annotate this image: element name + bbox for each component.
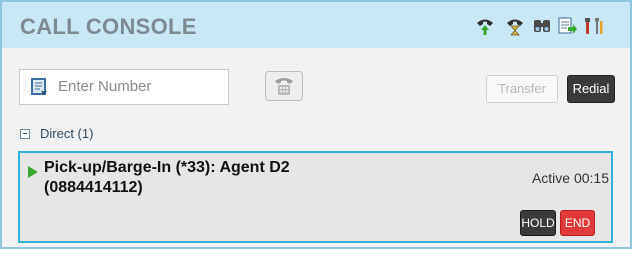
call-number: (0884414112): [44, 179, 143, 196]
call-console-panel: CALL CONSOLE Enter Number Transfer Redia…: [0, 0, 632, 249]
settings-icon[interactable]: [582, 15, 604, 37]
dial-toolbar: Transfer Redial: [2, 60, 630, 112]
dial-button[interactable]: [265, 71, 303, 101]
group-label: Direct (1): [40, 126, 94, 141]
call-status: Active 00:15: [531, 170, 609, 186]
active-call-card[interactable]: Pick-up/Barge-In (*33): Agent D2 (088441…: [18, 151, 613, 243]
directory-icon[interactable]: [532, 15, 554, 37]
end-call-button[interactable]: END: [560, 210, 595, 236]
play-icon: [28, 166, 38, 178]
notes-icon[interactable]: [556, 15, 578, 37]
address-book-icon[interactable]: [28, 77, 50, 97]
number-input[interactable]: [58, 74, 220, 98]
console-header: CALL CONSOLE: [2, 2, 630, 48]
console-title: CALL CONSOLE: [20, 14, 197, 39]
collapse-icon[interactable]: [20, 129, 30, 139]
phone-icon: [275, 78, 293, 95]
hourglass-icon[interactable]: [504, 15, 526, 37]
transfer-button[interactable]: Transfer: [486, 75, 558, 103]
call-forward-icon[interactable]: [474, 15, 496, 37]
hold-button[interactable]: HOLD: [520, 210, 556, 236]
call-title: Pick-up/Barge-In (*33): Agent D2: [44, 159, 290, 176]
redial-button[interactable]: Redial: [567, 75, 615, 103]
number-field[interactable]: [19, 69, 229, 105]
